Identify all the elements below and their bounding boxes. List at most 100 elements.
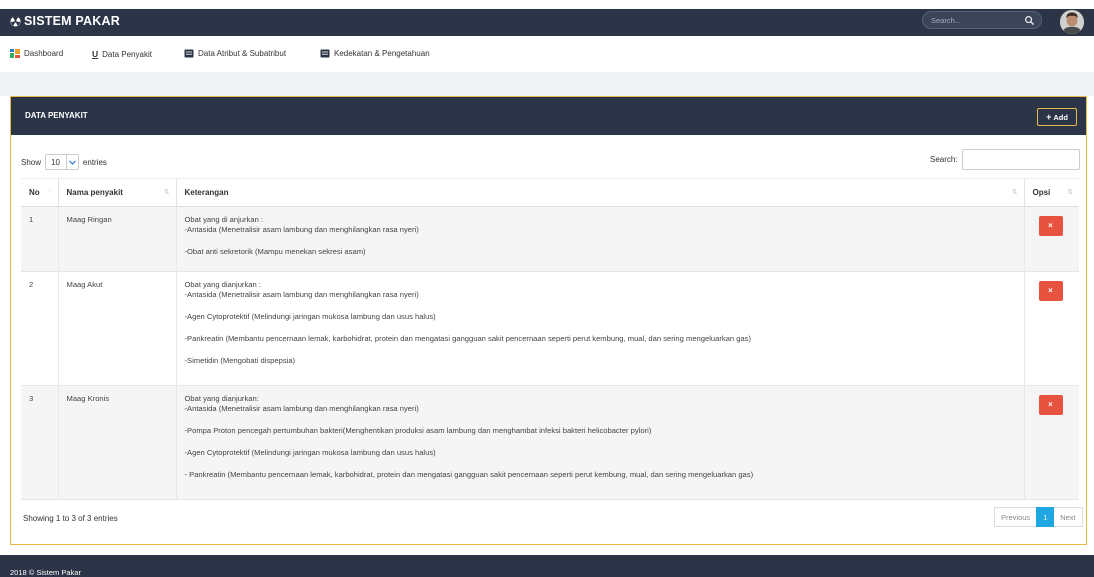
footer: 2018 © Sistem Pakar — [0, 555, 1094, 577]
page-length-control: Show 10 entries — [21, 154, 107, 170]
page-length-select[interactable]: 10 — [45, 154, 79, 170]
keterangan-spacer — [185, 300, 1016, 312]
col-header-keterangan-label: Keterangan — [184, 188, 229, 197]
page-1-button[interactable]: 1 — [1036, 507, 1055, 527]
keterangan-line: -Agen Cytoprotektif (Melindungi jaringan… — [184, 448, 436, 457]
keterangan-line: -Pankreatin (Membantu pencernaan lemak, … — [184, 334, 752, 343]
keterangan-line: -Antasida (Menetralisir asam lambung dan… — [184, 290, 419, 299]
add-button-label: Add — [1053, 112, 1068, 122]
keterangan-line: -Pompa Proton pencegah pertumbuhan bakte… — [184, 426, 652, 435]
keterangan-spacer — [185, 436, 1016, 448]
dashboard-icon — [10, 49, 20, 58]
close-icon: × — [1048, 221, 1053, 230]
sort-asc-icon: ↑ — [48, 188, 52, 195]
keterangan-line: -Simetidin (Mengobati dispepsia) — [184, 356, 296, 365]
nav-dashboard-label: Dashboard — [24, 49, 64, 58]
keterangan-line: -Agen Cytoprotektif (Melindungi jaringan… — [184, 312, 436, 321]
panel-header: DATA PENYAKIT + Add — [11, 97, 1086, 135]
table-search-input[interactable] — [962, 149, 1080, 170]
keterangan-line: Obat yang dianjurkan : — [184, 280, 261, 289]
close-icon: × — [1048, 286, 1053, 295]
data-penyakit-panel: DATA PENYAKIT + Add Show 10 entries Sear… — [10, 96, 1087, 545]
table-info: Showing 1 to 3 of 3 entries — [23, 514, 118, 523]
keterangan-spacer — [185, 458, 1016, 470]
sort-icon: ⇅ — [1067, 189, 1073, 196]
footer-text: 2018 © Sistem Pakar — [10, 568, 81, 577]
cell-no: 3 — [21, 385, 59, 500]
cell-opsi: × — [1024, 271, 1079, 386]
cell-opsi: × — [1024, 385, 1079, 500]
cell-keterangan: Obat yang dianjurkan: -Antasida (Menetral… — [176, 385, 1025, 500]
brand-title: SISTEM PAKAR — [24, 14, 120, 28]
cell-nama-penyakit: Maag Ringan — [58, 206, 177, 272]
previous-page-button[interactable]: Previous — [994, 507, 1037, 527]
delete-button[interactable]: × — [1038, 216, 1063, 236]
radiation-icon — [10, 15, 21, 27]
table-row: 3 Maag Kronis Obat yang dianjurkan: -Antasi… — [21, 385, 1079, 500]
delete-button[interactable]: × — [1038, 281, 1063, 301]
cell-nama-penyakit: Maag Kronis — [58, 385, 177, 500]
keterangan-line: -Obat anti sekretorik (Mampu menekan sek… — [184, 247, 366, 256]
col-header-opsi[interactable]: Opsi ⇅ — [1024, 178, 1079, 207]
col-header-opsi-label: Opsi — [1032, 188, 1051, 197]
keterangan-line: - Pankreatin (Membantu pencernaan lemak,… — [184, 470, 754, 479]
next-page-button[interactable]: Next — [1054, 507, 1083, 527]
col-header-keterangan[interactable]: Keterangan ⇅ — [176, 178, 1025, 207]
cell-no: 1 — [21, 206, 59, 272]
chevron-down-icon — [65, 155, 78, 169]
nav-dashboard[interactable]: Dashboard — [10, 49, 63, 58]
delete-button[interactable]: × — [1038, 395, 1063, 415]
table-search-label: Search: — [930, 155, 958, 164]
table-row: 1 Maag Ringan Obat yang di anjurkan : -Anta… — [21, 206, 1079, 272]
cell-no: 2 — [21, 271, 59, 386]
col-header-no[interactable]: No ↑ — [21, 178, 59, 207]
col-header-no-label: No — [29, 188, 40, 197]
cell-keterangan: Obat yang di anjurkan : -Antasida (Menetr… — [176, 206, 1025, 272]
col-header-nama-label: Nama penyakit — [66, 188, 123, 197]
top-search — [922, 11, 1042, 29]
user-avatar-icon — [1060, 10, 1084, 34]
keterangan-line: Obat yang dianjurkan: — [184, 394, 259, 403]
table-header-row: No ↑ Nama penyakit ⇅ Keterangan ⇅ Opsi ⇅ — [21, 178, 1079, 207]
keterangan-spacer — [185, 322, 1016, 334]
panel-title: DATA PENYAKIT — [25, 111, 88, 120]
page-length-value: 10 — [51, 157, 60, 167]
database-icon — [320, 49, 330, 58]
nav-data-penyakit-label: Data Penyakit — [102, 49, 152, 59]
content-spacer — [0, 72, 1094, 96]
avatar[interactable] — [1060, 10, 1084, 34]
cell-keterangan: Obat yang dianjurkan : -Antasida (Menetra… — [176, 271, 1025, 386]
sort-icon: ⇅ — [1011, 189, 1018, 196]
u-underline-icon: U — [92, 49, 99, 59]
nav-kedekatan[interactable]: Kedekatan & Pengetahuan — [320, 49, 430, 58]
nav-data-atribut[interactable]: Data Atribut & Subatribut — [184, 49, 286, 58]
table-body: 1 Maag Ringan Obat yang di anjurkan : -Anta… — [21, 206, 1079, 500]
nav-data-penyakit[interactable]: U Data Penyakit — [92, 49, 152, 59]
main-menu: Dashboard U Data Penyakit Data Atribut &… — [0, 36, 1094, 72]
keterangan-spacer — [185, 344, 1016, 356]
keterangan-spacer — [185, 235, 1016, 247]
pagination: Previous 1 Next — [994, 507, 1083, 527]
close-icon: × — [1048, 400, 1053, 409]
table-row: 2 Maag Akut Obat yang dianjurkan : -Antasid… — [21, 271, 1079, 386]
keterangan-line: -Antasida (Menetralisir asam lambung dan… — [184, 404, 419, 413]
nav-data-atribut-label: Data Atribut & Subatribut — [198, 49, 287, 58]
add-button[interactable]: + Add — [1037, 108, 1077, 126]
nav-kedekatan-label: Kedekatan & Pengetahuan — [334, 49, 430, 58]
table-controls: Show 10 entries Search: — [21, 149, 1080, 171]
keterangan-line: Obat yang di anjurkan : — [184, 215, 264, 224]
database-icon — [184, 49, 194, 58]
sort-icon: ⇅ — [163, 189, 170, 196]
entries-label: entries — [82, 157, 107, 167]
search-icon[interactable] — [1024, 15, 1035, 26]
top-search-input[interactable] — [931, 15, 1019, 26]
plus-icon: + — [1046, 112, 1052, 122]
penyakit-table: No ↑ Nama penyakit ⇅ Keterangan ⇅ Opsi ⇅ 1 Ma… — [21, 178, 1079, 500]
col-header-nama[interactable]: Nama penyakit ⇅ — [58, 178, 177, 207]
keterangan-line: -Antasida (Menetralisir asam lambung dan… — [184, 225, 419, 234]
top-navbar: SISTEM PAKAR — [0, 9, 1094, 36]
cell-nama-penyakit: Maag Akut — [58, 271, 177, 386]
keterangan-spacer — [185, 414, 1016, 426]
brand[interactable]: SISTEM PAKAR — [10, 14, 120, 28]
cell-opsi: × — [1024, 206, 1079, 272]
